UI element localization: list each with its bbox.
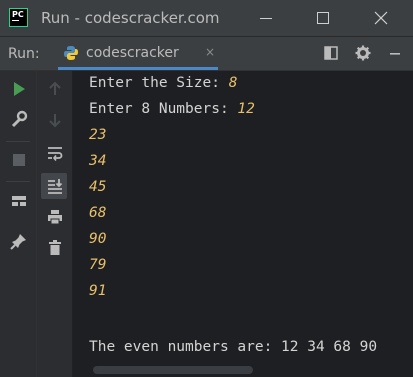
run-actions-column [0, 71, 37, 377]
close-icon [374, 11, 388, 25]
tab-codescracker[interactable]: codescracker × [58, 37, 218, 70]
console-line: 79 [89, 257, 106, 273]
console-prompt: Enter 8 Numbers: [89, 101, 238, 117]
logo-text: PC [12, 10, 24, 19]
scroll-to-end-icon[interactable] [46, 177, 64, 195]
console-result-line: The even numbers are: 12 34 68 90 [89, 339, 378, 355]
tab-label: codescracker [86, 45, 179, 61]
console-input: 90 [89, 231, 107, 247]
scrollbar-thumb[interactable] [93, 366, 253, 374]
console-output[interactable]: Enter the Size: 8 Enter 8 Numbers: 12 23… [73, 71, 413, 363]
pin-icon[interactable] [10, 232, 28, 250]
console-line: Enter the Size: 8 [89, 75, 237, 91]
console-input: 8 [228, 75, 238, 91]
arrow-up-icon[interactable] [46, 80, 64, 98]
window-title: Run - codescracker.com [41, 9, 220, 27]
console-input: 68 [89, 205, 107, 221]
console-actions-column [37, 71, 72, 377]
trash-icon[interactable] [46, 239, 64, 257]
maximize-button[interactable] [308, 6, 338, 30]
python-icon [64, 46, 78, 60]
console-line: 90 [89, 231, 106, 247]
console-input: 23 [89, 127, 107, 143]
console-prompt: Enter the Size: [89, 75, 229, 91]
soft-wrap-icon[interactable] [46, 144, 64, 162]
close-window-button[interactable] [366, 6, 396, 30]
stop-icon[interactable] [10, 151, 28, 169]
console-input: 12 [237, 101, 255, 117]
layout-icon[interactable] [323, 45, 339, 61]
restore-layout-icon[interactable] [10, 192, 28, 210]
rerun-icon[interactable] [10, 80, 28, 98]
console-input: 34 [89, 153, 107, 169]
console-line: 34 [89, 153, 106, 169]
console-line: 91 [89, 283, 106, 299]
wrench-icon[interactable] [10, 110, 28, 128]
minimize-button[interactable] [252, 6, 282, 30]
title-bar: PC Run - codescracker.com [0, 0, 413, 37]
console-line: 45 [89, 179, 106, 195]
horizontal-scrollbar[interactable] [73, 363, 413, 377]
console-line: 68 [89, 205, 106, 221]
active-tab-indicator [58, 67, 218, 70]
gear-icon[interactable] [355, 45, 371, 61]
pycharm-logo-icon: PC [9, 8, 28, 27]
run-toolbar: Run: codescracker × [0, 37, 413, 71]
console-line: Enter 8 Numbers: 12 [89, 101, 255, 117]
minimize-panel-icon[interactable] [387, 45, 403, 61]
console-input: 45 [89, 179, 107, 195]
console-input: 79 [89, 257, 107, 273]
run-label: Run: [8, 46, 40, 62]
console-input: 91 [89, 283, 107, 299]
console-line: 23 [89, 127, 106, 143]
print-icon[interactable] [46, 208, 64, 226]
arrow-down-icon[interactable] [46, 111, 64, 129]
tab-close-icon[interactable]: × [205, 45, 215, 59]
